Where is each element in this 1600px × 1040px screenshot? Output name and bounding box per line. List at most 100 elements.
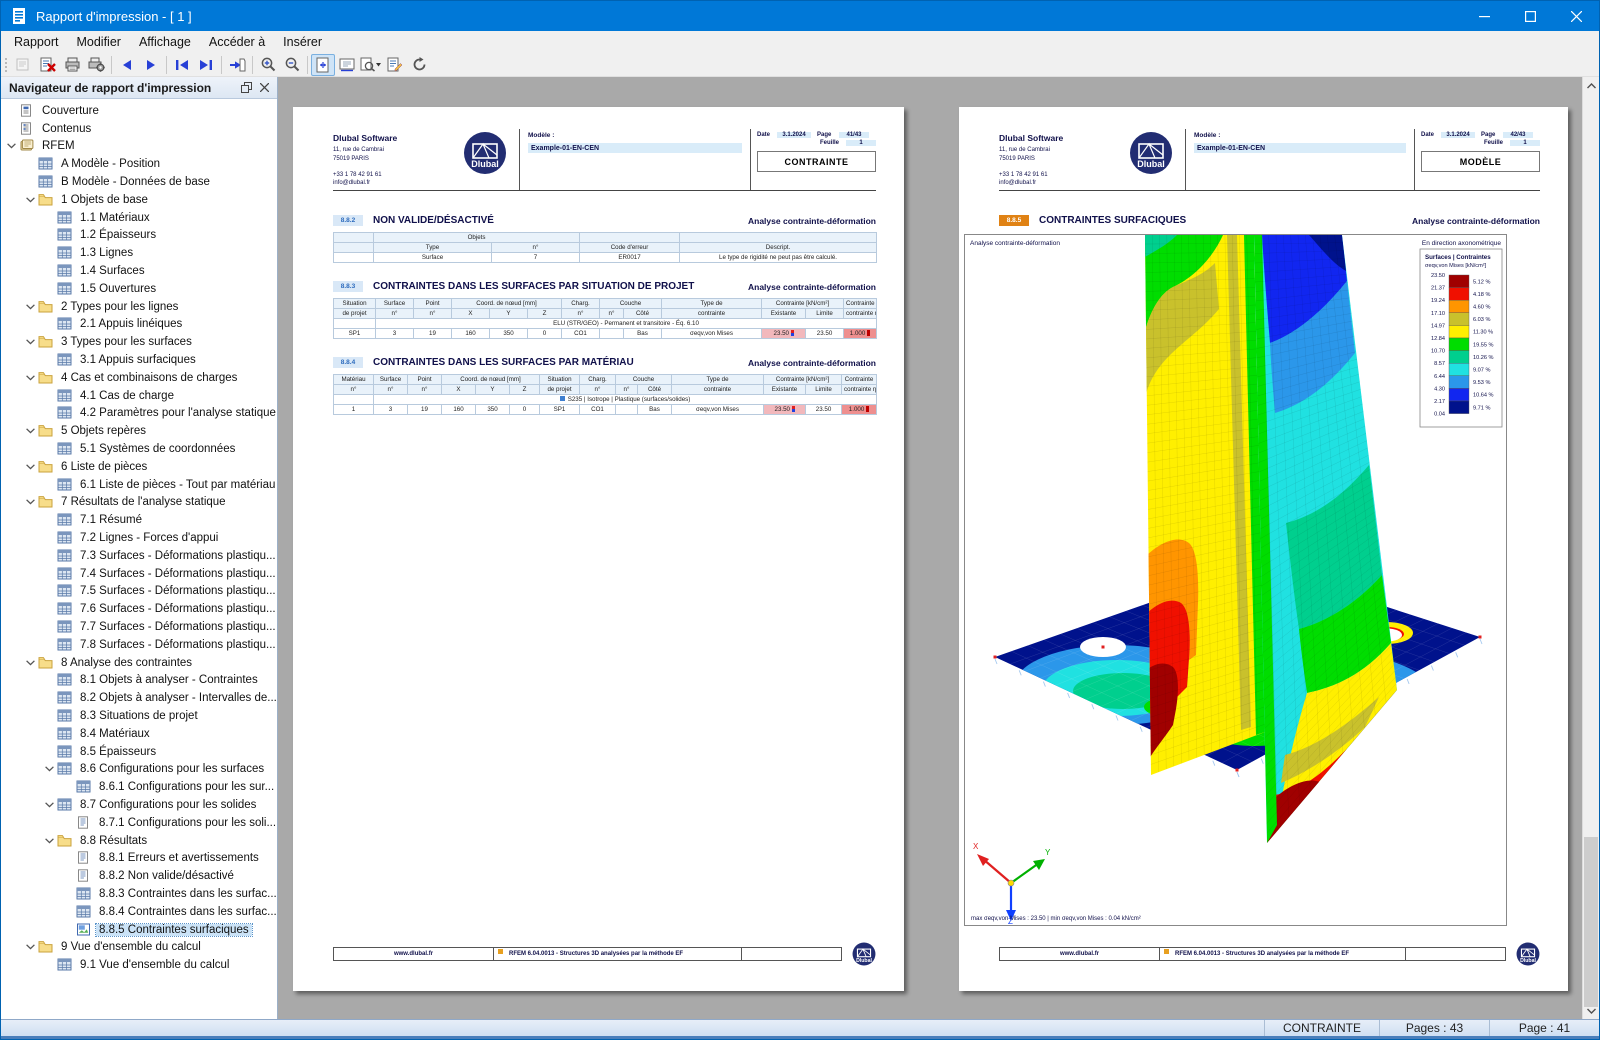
- chevron-down-icon[interactable]: [22, 499, 38, 505]
- open-report-button[interactable]: [12, 54, 36, 76]
- tree-item-8-1-objets-analyser-contraintes[interactable]: 8.1 Objets à analyser - Contraintes: [1, 672, 277, 690]
- menu-affichage[interactable]: Affichage: [130, 33, 200, 51]
- tree-item-5-objets-rep-res[interactable]: 5 Objets repères: [1, 422, 277, 440]
- chevron-down-icon[interactable]: [22, 944, 38, 950]
- tree-item-8-8-4-contraintes-dans-les-surfac-[interactable]: 8.8.4 Contraintes dans les surfac...: [1, 903, 277, 921]
- tree-item-9-vue-d-ensemble-du-calcul[interactable]: 9 Vue d'ensemble du calcul: [1, 938, 277, 956]
- fit-width-button[interactable]: [335, 54, 359, 76]
- tree-item-8-5-paisseurs[interactable]: 8.5 Épaisseurs: [1, 743, 277, 761]
- tree-item-5-1-syst-mes-de-coordonn-es[interactable]: 5.1 Systèmes de coordonnées: [1, 440, 277, 458]
- tree-item-1-4-surfaces[interactable]: 1.4 Surfaces: [1, 262, 277, 280]
- tree-item-1-2-paisseurs[interactable]: 1.2 Épaisseurs: [1, 227, 277, 245]
- tree-item-label: 9 Vue d'ensemble du calcul: [61, 941, 201, 954]
- scrollbar-thumb[interactable]: [1584, 837, 1598, 1007]
- fit-page-button[interactable]: [311, 53, 335, 76]
- tree-item-rfem[interactable]: RFEM: [1, 138, 277, 156]
- tree-item-8-7-configurations-pour-les-solides[interactable]: 8.7 Configurations pour les solides: [1, 796, 277, 814]
- zoom-out-button[interactable]: [280, 54, 304, 76]
- menu-rapport[interactable]: Rapport: [5, 33, 67, 51]
- chevron-down-icon[interactable]: [22, 197, 38, 203]
- chevron-down-icon[interactable]: [22, 339, 38, 345]
- tree-item-8-7-1-configurations-pour-les-soli-[interactable]: 8.7.1 Configurations pour les soli...: [1, 814, 277, 832]
- tree-item-label: 8.8 Résultats: [80, 834, 148, 847]
- first-page-button[interactable]: [170, 54, 194, 76]
- tree-item-8-8-5-contraintes-surfaciques[interactable]: 8.8.5 Contraintes surfaciques: [1, 921, 277, 939]
- tree-item-8-3-situations-de-projet[interactable]: 8.3 Situations de projet: [1, 707, 277, 725]
- tree-item-1-objets-de-base[interactable]: 1 Objets de base: [1, 191, 277, 209]
- tree-item-8-6-configurations-pour-les-surfaces[interactable]: 8.6 Configurations pour les surfaces: [1, 760, 277, 778]
- tree-item-8-6-1-configurations-pour-les-sur-[interactable]: 8.6.1 Configurations pour les sur...: [1, 778, 277, 796]
- menu-modifier[interactable]: Modifier: [67, 33, 129, 51]
- float-panel-icon[interactable]: [237, 79, 255, 97]
- maximize-button[interactable]: [1507, 1, 1553, 31]
- vertical-scrollbar[interactable]: [1582, 77, 1599, 1019]
- tree-item-4-cas-et-combinaisons-de-charges[interactable]: 4 Cas et combinaisons de charges: [1, 369, 277, 387]
- chevron-down-icon[interactable]: [22, 303, 38, 310]
- minimize-button[interactable]: [1461, 1, 1507, 31]
- tree-item-9-1-vue-d-ensemble-du-calcul[interactable]: 9.1 Vue d'ensemble du calcul: [1, 956, 277, 974]
- prev-page-button[interactable]: [115, 54, 139, 76]
- tree-item-couverture[interactable]: Couverture: [1, 102, 277, 120]
- chevron-down-icon[interactable]: [41, 802, 57, 808]
- tree-item-8-8-3-contraintes-dans-les-surfac-[interactable]: 8.8.3 Contraintes dans les surfac...: [1, 885, 277, 903]
- menu-acc-der-[interactable]: Accéder à: [200, 33, 274, 51]
- tree-item-7-3-surfaces-d-formations-plastiqu-[interactable]: 7.3 Surfaces - Déformations plastiqu...: [1, 547, 277, 565]
- tree-item-b-mod-le-donn-es-de-base[interactable]: B Modèle - Données de base: [1, 173, 277, 191]
- tree-item-4-1-cas-de-charge[interactable]: 4.1 Cas de charge: [1, 387, 277, 405]
- edit-page-button[interactable]: [383, 54, 407, 76]
- delete-page-button[interactable]: [36, 54, 60, 76]
- tree-item-2-types-pour-les-lignes[interactable]: 2 Types pour les lignes: [1, 298, 277, 316]
- chevron-down-icon[interactable]: [22, 659, 38, 666]
- print-setup-button[interactable]: [84, 54, 108, 76]
- chevron-down-icon[interactable]: [22, 375, 38, 381]
- tree-item-6-1-liste-de-pi-ces-tout-par-mat-riau[interactable]: 6.1 Liste de pièces - Tout par matériau: [1, 476, 277, 494]
- tree-item-7-7-surfaces-d-formations-plastiqu-[interactable]: 7.7 Surfaces - Déformations plastiqu...: [1, 618, 277, 636]
- tree-item-a-mod-le-position[interactable]: A Modèle - Position: [1, 155, 277, 173]
- tree-item-3-types-pour-les-surfaces[interactable]: 3 Types pour les surfaces: [1, 333, 277, 351]
- zoom-in-button[interactable]: [256, 54, 280, 76]
- tree-item-7-8-surfaces-d-formations-plastiqu-[interactable]: 7.8 Surfaces - Déformations plastiqu...: [1, 636, 277, 654]
- chevron-down-icon[interactable]: [3, 143, 19, 149]
- tree-item-label: Couverture: [42, 104, 99, 117]
- tree-item-8-4-mat-riaux[interactable]: 8.4 Matériaux: [1, 725, 277, 743]
- tree-item-7-1-r-sum-[interactable]: 7.1 Résumé: [1, 511, 277, 529]
- tree-item-3-1-appuis-surfaciques[interactable]: 3.1 Appuis surfaciques: [1, 351, 277, 369]
- tree-item-4-2-param-tres-pour-l-analyse-statique[interactable]: 4.2 Paramètres pour l'analyse statique: [1, 405, 277, 423]
- tree-item-8-8-1-erreurs-et-avertissements[interactable]: 8.8.1 Erreurs et avertissements: [1, 849, 277, 867]
- toolbar-grip[interactable]: [3, 55, 9, 74]
- menu-ins-rer[interactable]: Insérer: [274, 33, 331, 51]
- tree-item-contenus[interactable]: Contenus: [1, 120, 277, 138]
- close-button[interactable]: [1553, 1, 1599, 31]
- chevron-down-icon[interactable]: [41, 766, 57, 772]
- tree-item-6-liste-de-pi-ces[interactable]: 6 Liste de pièces: [1, 458, 277, 476]
- tree-item-label: 3 Types pour les surfaces: [61, 336, 192, 349]
- tree-item-7-6-surfaces-d-formations-plastiqu-[interactable]: 7.6 Surfaces - Déformations plastiqu...: [1, 600, 277, 618]
- chevron-down-icon[interactable]: [41, 837, 57, 844]
- chevron-down-icon[interactable]: [22, 464, 38, 470]
- close-panel-icon[interactable]: [255, 79, 273, 97]
- tree-item-8-2-objets-analyser-intervalles-de-[interactable]: 8.2 Objets à analyser - Intervalles de..…: [1, 689, 277, 707]
- tree-item-1-3-lignes[interactable]: 1.3 Lignes: [1, 244, 277, 262]
- scroll-up-icon[interactable]: [1583, 77, 1599, 94]
- tree-item-1-1-mat-riaux[interactable]: 1.1 Matériaux: [1, 209, 277, 227]
- tree-item-8-8-r-sultats[interactable]: 8.8 Résultats: [1, 832, 277, 850]
- tree-item-7-5-surfaces-d-formations-plastiqu-[interactable]: 7.5 Surfaces - Déformations plastiqu...: [1, 583, 277, 601]
- company-email: info@dlubal.fr: [999, 180, 1037, 187]
- tree-item-7-4-surfaces-d-formations-plastiqu-[interactable]: 7.4 Surfaces - Déformations plastiqu...: [1, 565, 277, 583]
- tree-item-8-8-2-non-valide-d-sactiv-[interactable]: 8.8.2 Non valide/désactivé: [1, 867, 277, 885]
- tree-item-8-analyse-des-contraintes[interactable]: 8 Analyse des contraintes: [1, 654, 277, 672]
- tree-item-7-2-lignes-forces-d-appui[interactable]: 7.2 Lignes - Forces d'appui: [1, 529, 277, 547]
- scroll-down-icon[interactable]: [1583, 1002, 1599, 1019]
- report-page-number: 41/43: [839, 132, 869, 138]
- chevron-down-icon[interactable]: [22, 428, 38, 434]
- last-page-button[interactable]: [194, 54, 218, 76]
- preview-dropdown-button[interactable]: [359, 54, 383, 76]
- tree-item-2-1-appuis-lin-iques[interactable]: 2.1 Appuis linéiques: [1, 316, 277, 334]
- next-page-button[interactable]: [139, 54, 163, 76]
- goto-page-button[interactable]: [225, 54, 249, 76]
- refresh-button[interactable]: [407, 54, 431, 76]
- print-button[interactable]: [60, 54, 84, 76]
- tree-item-1-5-ouvertures[interactable]: 1.5 Ouvertures: [1, 280, 277, 298]
- tree-item-label: Contenus: [42, 122, 92, 135]
- tree-item-7-r-sultats-de-l-analyse-statique[interactable]: 7 Résultats de l'analyse statique: [1, 494, 277, 512]
